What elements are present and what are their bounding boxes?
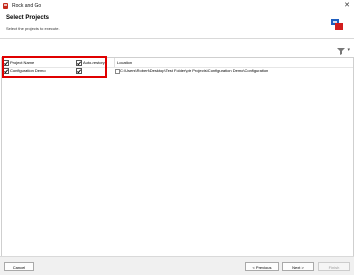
- window-title: Rock and Go: [12, 3, 42, 9]
- grid-toolbar: ▾: [0, 46, 354, 56]
- page-subtitle: Select the projects to execute.: [6, 26, 60, 31]
- finish-button[interactable]: Finish: [318, 262, 350, 271]
- cancel-button[interactable]: Cancel: [4, 262, 34, 271]
- window-titlebar: Rock and Go ✕: [0, 0, 354, 12]
- app-icon: [3, 3, 8, 9]
- column-header-location[interactable]: Location: [114, 58, 132, 67]
- wizard-header: Select Projects Select the projects to e…: [0, 12, 354, 39]
- page-title: Select Projects: [6, 15, 50, 21]
- close-icon[interactable]: ✕: [342, 1, 352, 11]
- wizard-logo-icon: [331, 19, 343, 30]
- wizard-footer: Cancel < Previous Next > Finish: [0, 256, 354, 275]
- previous-button[interactable]: < Previous: [245, 262, 279, 271]
- highlight-box: [2, 56, 107, 78]
- next-button[interactable]: Next >: [282, 262, 314, 271]
- filter-dropdown-icon[interactable]: ▾: [347, 47, 350, 53]
- projects-grid: Project Name Auto-restory Location Confi…: [1, 57, 354, 257]
- filter-icon[interactable]: [337, 47, 345, 55]
- project-location: C:\Users\Robert\Desktop\Test Folder\ptr …: [120, 68, 269, 73]
